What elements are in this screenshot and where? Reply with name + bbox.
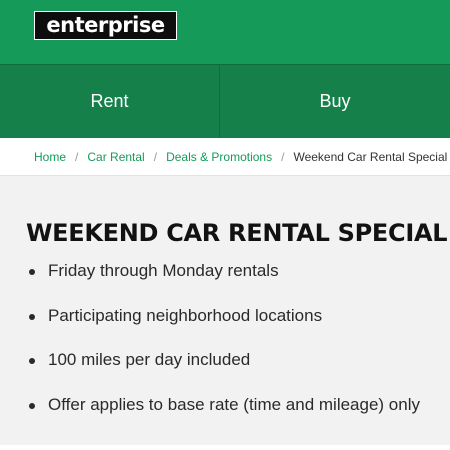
site-header: enterprise	[0, 0, 450, 64]
list-item: Offer applies to base rate (time and mil…	[26, 395, 420, 440]
breadcrumb-car-rental[interactable]: Car Rental	[87, 150, 144, 164]
page-title: WEEKEND CAR RENTAL SPECIAL	[26, 219, 448, 247]
breadcrumb-deals-promotions[interactable]: Deals & Promotions	[166, 150, 272, 164]
list-item: 100 miles per day included	[26, 350, 420, 395]
offer-details-list: Friday through Monday rentals Participat…	[26, 261, 420, 439]
breadcrumb-current: Weekend Car Rental Special	[293, 149, 448, 164]
breadcrumb-separator: /	[75, 149, 79, 164]
breadcrumb-separator: /	[153, 149, 158, 164]
main-nav: Rent Buy	[0, 64, 450, 138]
list-item: Participating neighborhood locations	[26, 306, 420, 351]
breadcrumb: Home / Car Rental / Deals & Promotions /…	[0, 138, 450, 176]
logo-text: enterprise	[46, 13, 165, 37]
nav-buy[interactable]: Buy	[220, 65, 450, 138]
bottom-divider	[0, 445, 450, 450]
list-item: Friday through Monday rentals	[26, 261, 420, 306]
breadcrumb-separator: /	[281, 149, 285, 164]
nav-rent[interactable]: Rent	[0, 65, 220, 138]
enterprise-logo[interactable]: enterprise	[34, 11, 177, 40]
main-content: WEEKEND CAR RENTAL SPECIAL Friday throug…	[0, 176, 450, 445]
breadcrumb-home[interactable]: Home	[34, 150, 66, 164]
